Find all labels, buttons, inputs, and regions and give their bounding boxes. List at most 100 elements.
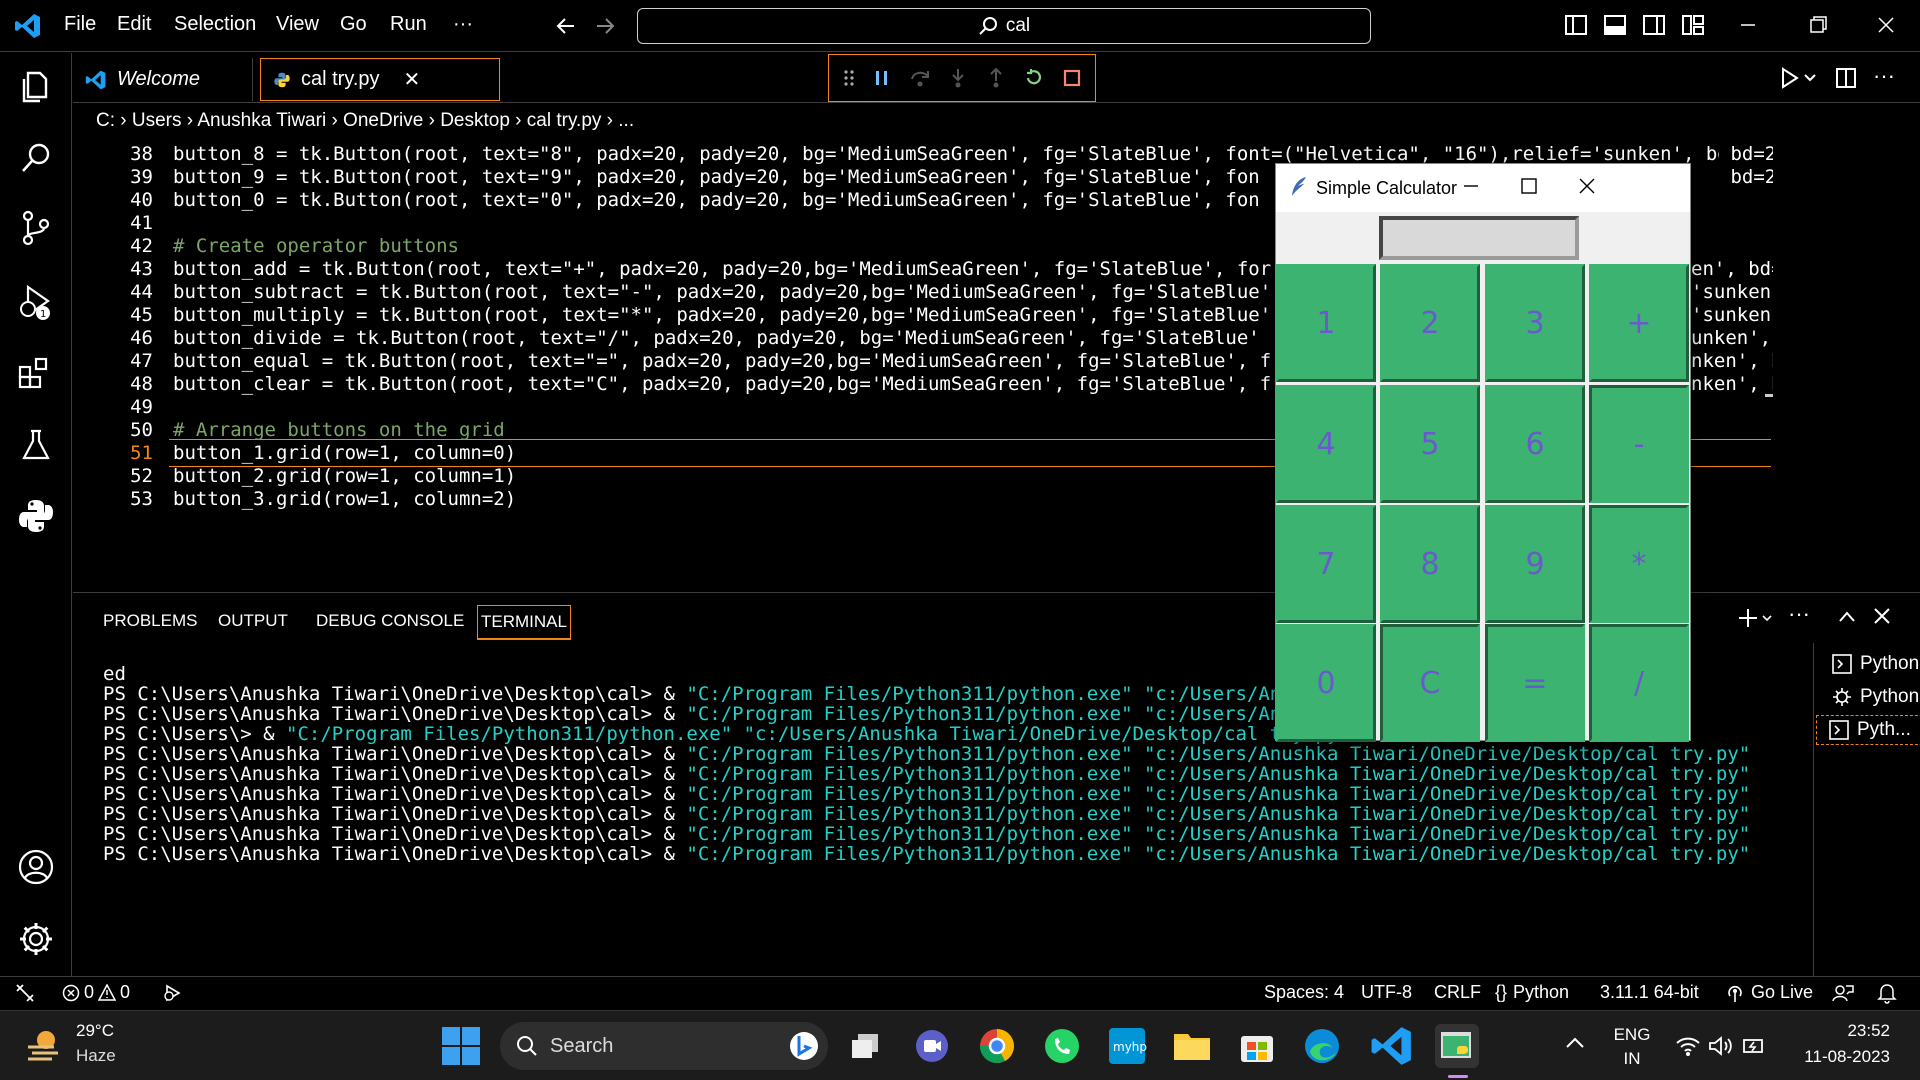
calc-button-add[interactable]: +: [1589, 264, 1689, 382]
clock[interactable]: 23:52 11-08-2023: [1790, 1021, 1890, 1067]
calc-button-multiply[interactable]: *: [1589, 505, 1689, 623]
status-language[interactable]: {} Python: [1495, 982, 1569, 1003]
teams-chat-icon[interactable]: [910, 1024, 954, 1068]
settings-gear-icon[interactable]: [16, 919, 56, 959]
calc-button-5[interactable]: 5: [1380, 385, 1480, 503]
menu-more[interactable]: ···: [453, 13, 473, 36]
notifications-bell-icon[interactable]: [1876, 982, 1898, 1004]
search-view-icon[interactable]: [16, 138, 56, 178]
menu-run[interactable]: Run: [390, 13, 427, 36]
calc-button-9[interactable]: 9: [1485, 505, 1585, 623]
status-encoding[interactable]: UTF-8: [1361, 982, 1412, 1003]
customize-layout-icon[interactable]: [1680, 12, 1708, 40]
calc-button-2[interactable]: 2: [1380, 264, 1480, 382]
calc-button-4[interactable]: 4: [1276, 385, 1376, 503]
tab-problems[interactable]: PROBLEMS: [103, 611, 197, 631]
calc-button-clear[interactable]: C: [1380, 624, 1480, 742]
weather-haze-icon[interactable]: [24, 1025, 64, 1065]
nav-forward-icon[interactable]: [593, 14, 617, 38]
toggle-secondary-sidebar-icon[interactable]: [1641, 12, 1669, 40]
panel-more-icon[interactable]: ···: [1788, 601, 1810, 627]
terminal-item-python[interactable]: Python: [1832, 653, 1919, 675]
calc-maximize-icon[interactable]: [1519, 176, 1539, 196]
command-center-search[interactable]: cal: [637, 8, 1371, 44]
task-view-icon[interactable]: [844, 1024, 888, 1068]
extensions-icon[interactable]: [16, 353, 56, 393]
menu-file[interactable]: File: [64, 13, 96, 36]
step-into-icon[interactable]: [947, 67, 969, 89]
volume-icon[interactable]: [1708, 1035, 1734, 1057]
source-control-icon[interactable]: [16, 208, 56, 248]
status-spaces[interactable]: Spaces: 4: [1264, 982, 1344, 1003]
tab-close-icon[interactable]: ✕: [404, 67, 421, 92]
chrome-icon[interactable]: [975, 1024, 1019, 1068]
minimize-icon[interactable]: [1735, 12, 1763, 40]
calc-button-equal[interactable]: =: [1485, 624, 1585, 742]
remote-icon[interactable]: [14, 982, 36, 1004]
calc-button-divide[interactable]: /: [1589, 624, 1689, 742]
feedback-icon[interactable]: [1832, 982, 1854, 1004]
calc-button-0[interactable]: 0: [1276, 624, 1376, 742]
more-actions-icon[interactable]: ···: [1873, 63, 1895, 89]
terminal-item-python-debug[interactable]: Python Deb...: [1832, 686, 1920, 708]
new-terminal-icon[interactable]: [1738, 607, 1774, 629]
step-out-icon[interactable]: [985, 67, 1007, 89]
menu-edit[interactable]: Edit: [117, 13, 151, 36]
calc-button-6[interactable]: 6: [1485, 385, 1585, 503]
problems-status[interactable]: 0 0: [62, 982, 130, 1003]
step-over-icon[interactable]: [909, 67, 931, 89]
calc-minimize-icon[interactable]: [1461, 176, 1481, 196]
show-hidden-icons-chevron-icon[interactable]: [1565, 1035, 1585, 1049]
restore-icon[interactable]: [1805, 12, 1833, 40]
tab-terminal[interactable]: TERMINAL: [477, 605, 571, 640]
file-explorer-icon[interactable]: [1170, 1024, 1214, 1068]
accounts-icon[interactable]: [16, 847, 56, 887]
status-interpreter[interactable]: 3.11.1 64-bit: [1600, 982, 1699, 1003]
calc-button-8[interactable]: 8: [1380, 505, 1480, 623]
tab-welcome[interactable]: Welcome: [73, 58, 253, 101]
testing-icon[interactable]: [16, 425, 56, 465]
taskbar-search[interactable]: Search: [500, 1022, 828, 1070]
edge-icon[interactable]: [1300, 1024, 1344, 1068]
maximize-panel-icon[interactable]: [1838, 609, 1856, 623]
status-go-live[interactable]: Go Live: [1725, 982, 1813, 1003]
microsoft-store-icon[interactable]: [1235, 1024, 1279, 1068]
calc-button-3[interactable]: 3: [1485, 264, 1585, 382]
toggle-panel-icon[interactable]: [1602, 12, 1630, 40]
stop-icon[interactable]: [1061, 67, 1083, 89]
weather-temp[interactable]: 29°C: [76, 1021, 114, 1041]
status-eol[interactable]: CRLF: [1434, 982, 1481, 1003]
tab-cal-try[interactable]: cal try.py ✕: [260, 58, 500, 101]
wifi-icon[interactable]: [1675, 1035, 1701, 1057]
calc-button-7[interactable]: 7: [1276, 505, 1376, 623]
windows-start-icon[interactable]: [442, 1027, 480, 1065]
python-icon[interactable]: [16, 496, 56, 536]
calc-button-1[interactable]: 1: [1276, 264, 1376, 382]
menu-view[interactable]: View: [276, 13, 319, 36]
vscode-taskbar-icon[interactable]: [1370, 1024, 1414, 1068]
toggle-sidebar-icon[interactable]: [1563, 12, 1591, 40]
terminal-item-python-active[interactable]: Pyth...: [1816, 715, 1920, 745]
weather-desc[interactable]: Haze: [76, 1046, 116, 1066]
calculator-display-entry[interactable]: [1379, 216, 1579, 260]
language-indicator[interactable]: ENG IN: [1612, 1025, 1652, 1069]
debug-status-icon[interactable]: [162, 982, 184, 1004]
run-python-file-icon[interactable]: [1779, 67, 1819, 89]
close-panel-icon[interactable]: [1873, 607, 1891, 625]
whatsapp-icon[interactable]: [1040, 1024, 1084, 1068]
run-debug-icon[interactable]: 1: [16, 281, 56, 321]
menu-go[interactable]: Go: [340, 13, 367, 36]
explorer-icon[interactable]: [16, 67, 56, 107]
pause-icon[interactable]: [871, 67, 893, 89]
battery-charging-icon[interactable]: [1742, 1035, 1768, 1057]
breadcrumb[interactable]: C: › Users › Anushka Tiwari › OneDrive ›…: [96, 110, 634, 132]
calc-close-icon[interactable]: [1577, 176, 1597, 196]
drag-handle-icon[interactable]: [843, 68, 855, 88]
menu-selection[interactable]: Selection: [174, 13, 256, 36]
tab-debug-console[interactable]: DEBUG CONSOLE: [316, 611, 464, 631]
nav-back-icon[interactable]: [554, 14, 578, 38]
close-window-icon[interactable]: [1873, 12, 1901, 40]
calc-button-subtract[interactable]: -: [1589, 385, 1689, 503]
tab-output[interactable]: OUTPUT: [218, 611, 288, 631]
python-taskbar-icon[interactable]: [1435, 1024, 1479, 1068]
